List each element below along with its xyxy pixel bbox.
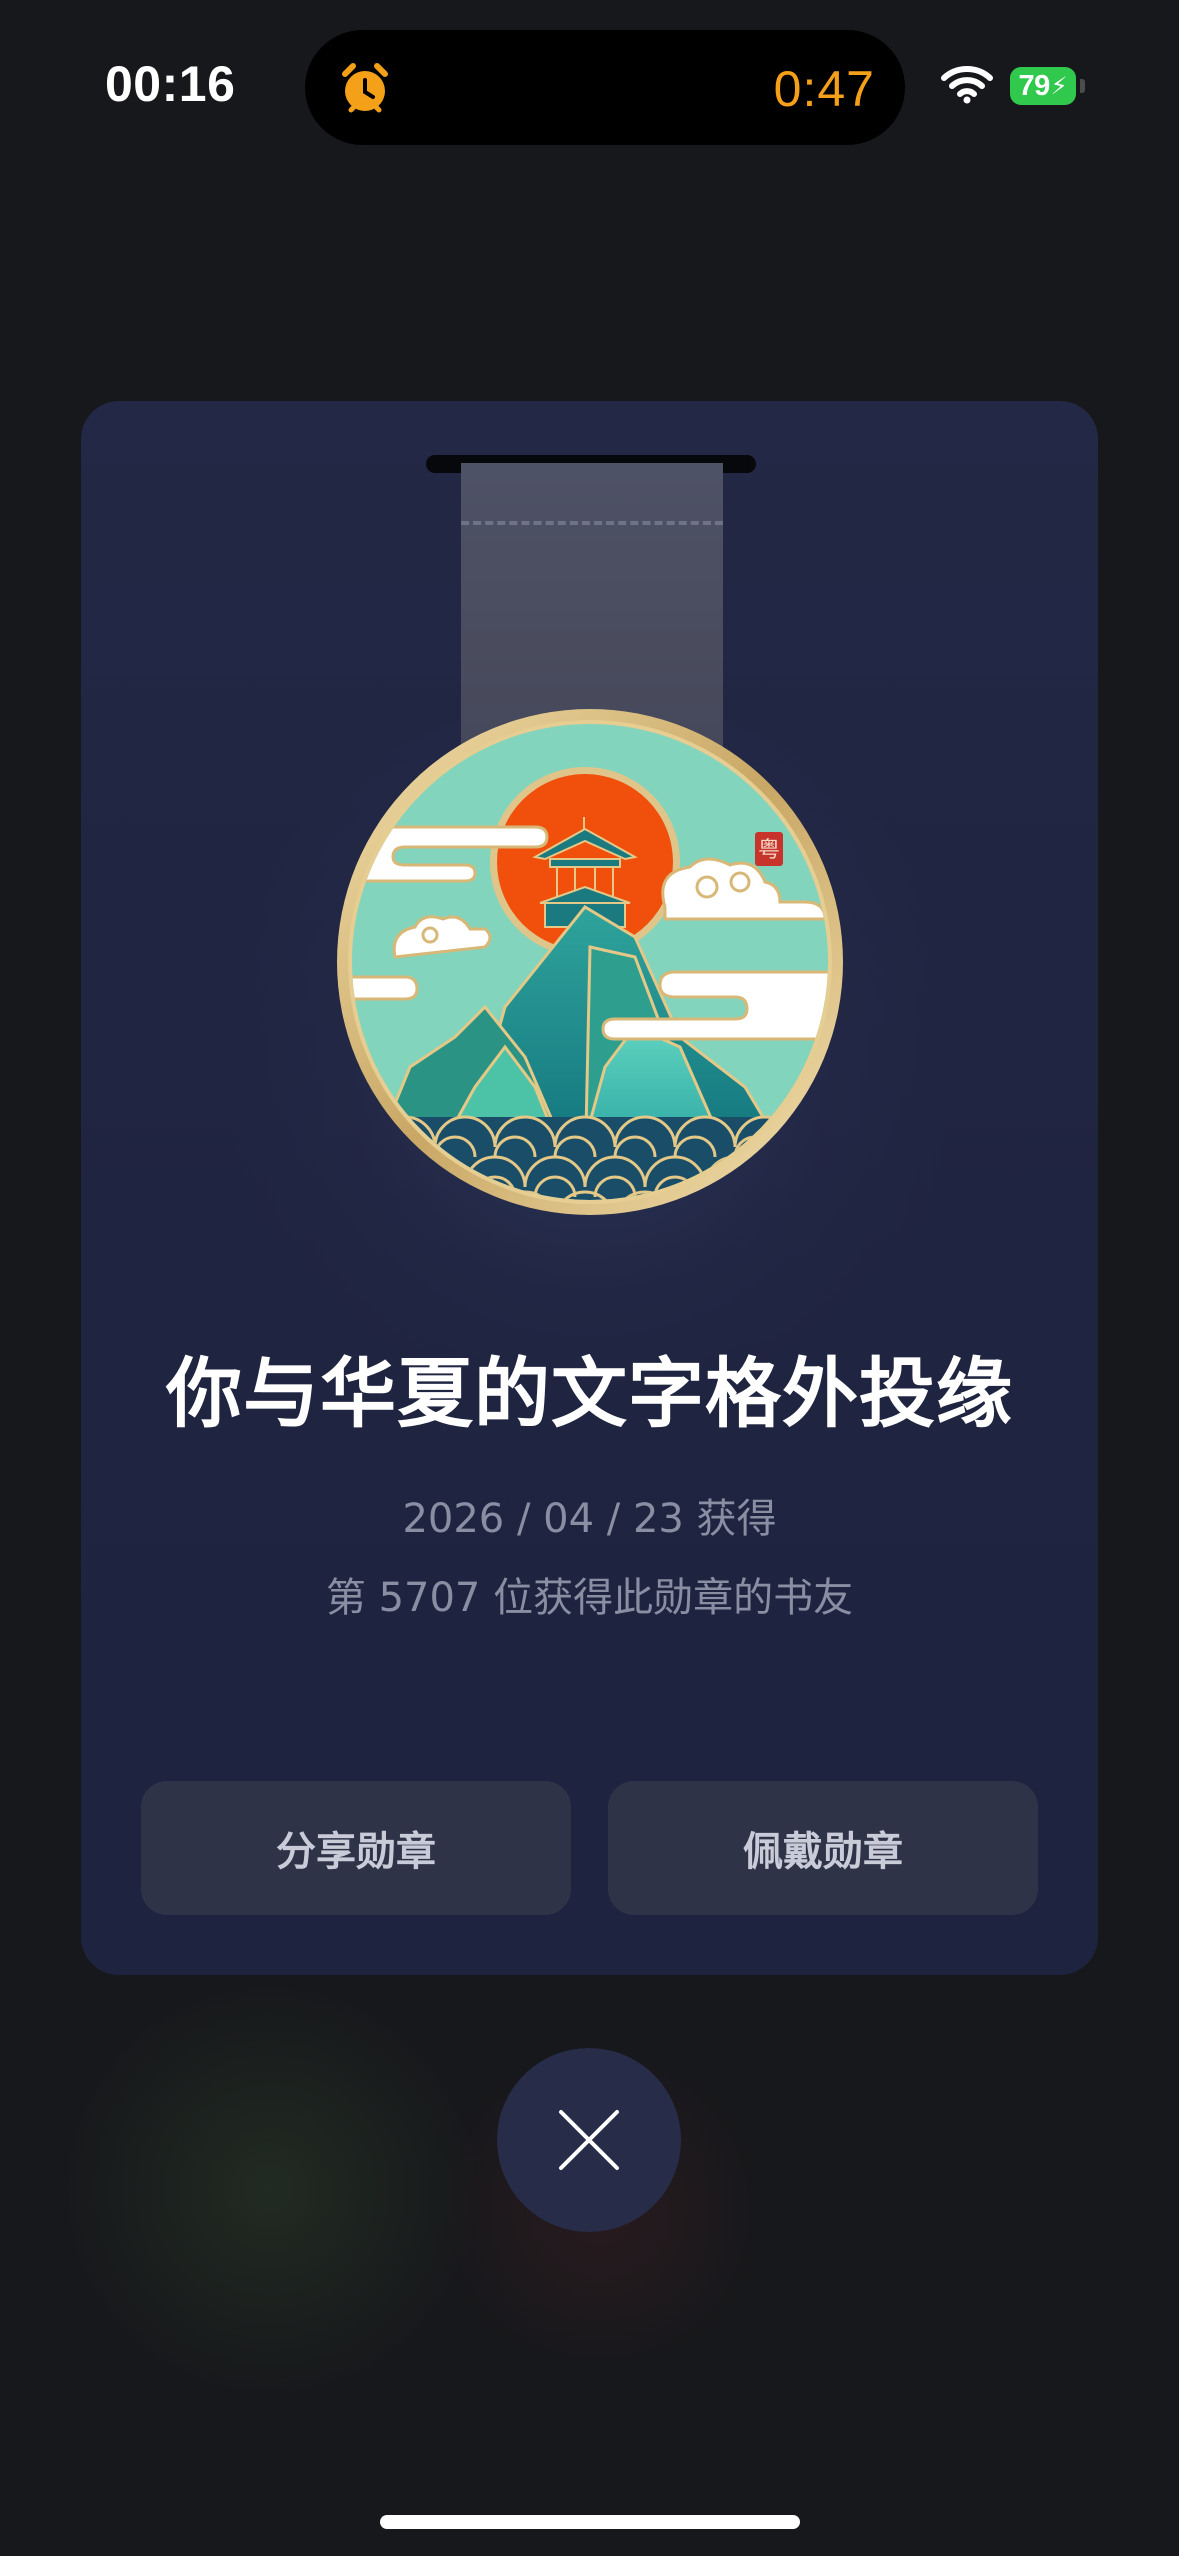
alarm-clock-icon	[342, 63, 388, 113]
battery-level: 79	[1018, 69, 1050, 102]
status-time: 00:16	[105, 56, 236, 112]
wifi-icon	[941, 66, 993, 104]
holder-rank: 第 5707 位获得此勋章的书友	[325, 1575, 854, 1621]
ambient-glow	[60, 1980, 480, 2400]
battery-indicator: 79 ⚡	[1010, 67, 1076, 105]
share-badge-button[interactable]: 分享勋章	[141, 1781, 571, 1915]
close-icon	[559, 2110, 619, 2170]
battery-cap	[1080, 79, 1085, 93]
close-button[interactable]	[497, 2048, 681, 2232]
wear-badge-button[interactable]: 佩戴勋章	[608, 1781, 1038, 1915]
screen: 00:16 0:47 79 ⚡ 粤 你与华夏的文字格外投缘 2026 / 04 …	[0, 0, 1179, 2556]
badge-card: 粤 你与华夏的文字格外投缘 2026 / 04 / 23 获得 第 5707 位…	[81, 401, 1098, 1975]
island-timer: 0:47	[773, 61, 875, 117]
home-indicator[interactable]	[380, 2515, 800, 2529]
badge-title: 你与华夏的文字格外投缘	[166, 1349, 1013, 1438]
ribbon-stitch	[461, 521, 723, 525]
dynamic-island[interactable]: 0:47	[305, 30, 905, 145]
earned-date: 2026 / 04 / 23 获得	[402, 1496, 777, 1542]
charging-bolt-icon: ⚡	[1050, 72, 1068, 100]
medal-icon: 粤	[337, 709, 843, 1215]
medal-seal: 粤	[758, 838, 780, 863]
